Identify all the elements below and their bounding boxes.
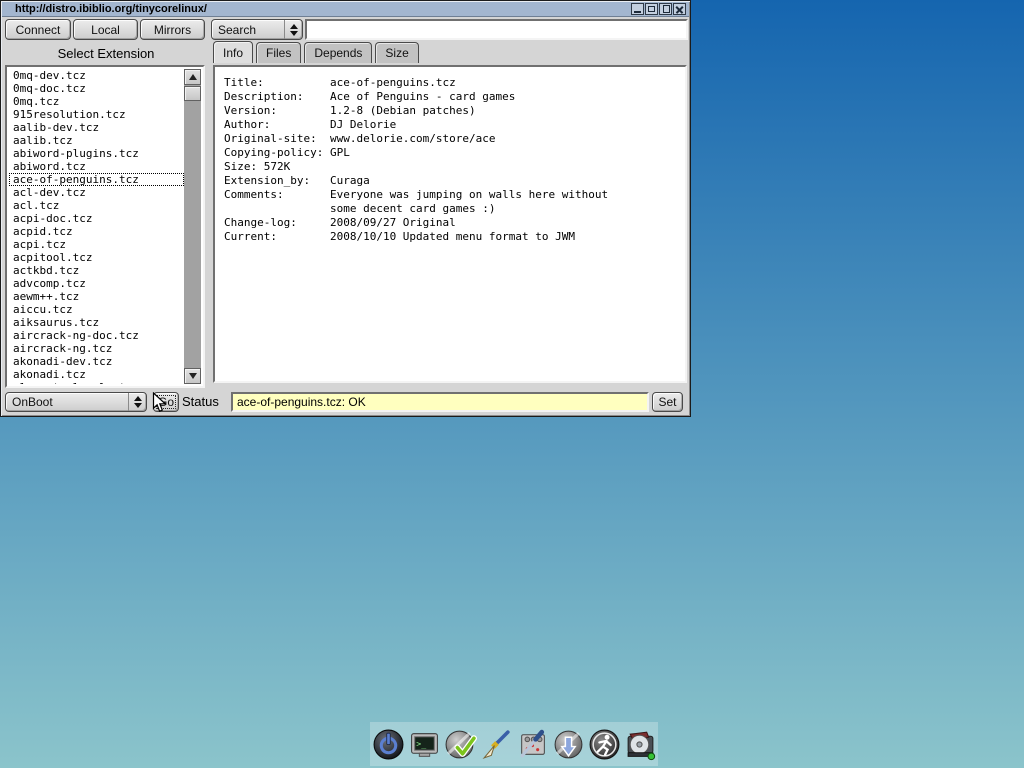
package-item[interactable]: aalib-dev.tcz (9, 121, 184, 134)
package-item[interactable]: aalib.tcz (9, 134, 184, 147)
apps-install-icon[interactable] (551, 725, 586, 763)
mirrors-button[interactable]: Mirrors (140, 19, 205, 40)
window-title: http://distro.ibiblio.org/tinycorelinux/ (15, 2, 207, 17)
minimize-icon[interactable] (631, 3, 644, 15)
terminal-icon[interactable]: >_ (407, 725, 442, 763)
list-scrollbar[interactable] (184, 69, 201, 384)
package-item[interactable]: aiccu.tcz (9, 303, 184, 316)
package-item[interactable]: acpi.tcz (9, 238, 184, 251)
install-mode-dropdown[interactable]: OnBoot (5, 392, 147, 412)
tab-bar: InfoFilesDependsSize (213, 41, 419, 63)
package-item[interactable]: abiword-plugins.tcz (9, 147, 184, 160)
restore-icon[interactable] (659, 3, 672, 15)
package-info-text: Title: ace-of-penguins.tcz Description: … (215, 67, 685, 244)
search-dropdown-label: Search (212, 23, 284, 37)
paint-icon[interactable] (479, 725, 514, 763)
power-icon[interactable] (371, 725, 406, 763)
package-item[interactable]: acpitool.tcz (9, 251, 184, 264)
status-field[interactable]: ace-of-penguins.tcz: OK (231, 392, 649, 412)
package-item[interactable]: actkbd.tcz (9, 264, 184, 277)
mount-tool-icon[interactable] (623, 725, 658, 763)
package-item[interactable]: acl.tcz (9, 199, 184, 212)
go-button[interactable]: Go (153, 392, 179, 412)
package-item[interactable]: aircrack-ng-doc.tcz (9, 329, 184, 342)
local-button[interactable]: Local (73, 19, 138, 40)
info-panel: Title: ace-of-penguins.tcz Description: … (213, 65, 687, 383)
set-button[interactable]: Set (652, 392, 683, 412)
desktop: http://distro.ibiblio.org/tinycorelinux/… (0, 0, 1024, 768)
chevron-updown-icon (128, 393, 146, 411)
package-item[interactable]: acl-dev.tcz (9, 186, 184, 199)
package-item[interactable]: abiword.tcz (9, 160, 184, 173)
window-titlebar[interactable]: http://distro.ibiblio.org/tinycorelinux/ (2, 2, 689, 17)
connect-button[interactable]: Connect (5, 19, 71, 40)
package-item[interactable]: 915resolution.tcz (9, 108, 184, 121)
status-label: Status (182, 394, 219, 409)
package-item[interactable]: advcomp.tcz (9, 277, 184, 290)
package-item[interactable]: aewm++.tcz (9, 290, 184, 303)
install-mode-value: OnBoot (6, 395, 128, 409)
apps-check-icon[interactable] (443, 725, 478, 763)
package-item[interactable]: 0mq.tcz (9, 95, 184, 108)
scroll-up-icon[interactable] (184, 69, 201, 85)
package-list: 0mq-dev.tcz0mq-doc.tcz0mq.tcz915resoluti… (9, 69, 184, 384)
tab-files[interactable]: Files (256, 42, 301, 63)
package-item[interactable]: aircrack-ng.tcz (9, 342, 184, 355)
tab-info[interactable]: Info (213, 41, 253, 63)
scrollbar-thumb[interactable] (184, 86, 201, 101)
control-panel-icon[interactable] (515, 725, 550, 763)
maximize-icon[interactable] (645, 3, 658, 15)
search-input[interactable] (305, 19, 688, 40)
search-dropdown[interactable]: Search (211, 19, 303, 40)
close-icon[interactable] (673, 3, 686, 15)
appbrowser-window: http://distro.ibiblio.org/tinycorelinux/… (0, 0, 691, 417)
tab-size[interactable]: Size (375, 42, 418, 63)
package-item[interactable]: akonadi-dev.tcz (9, 355, 184, 368)
package-item[interactable]: akonadi.tcz (9, 368, 184, 381)
package-item[interactable]: acpid.tcz (9, 225, 184, 238)
package-item[interactable]: alacarte-locale.tcz (9, 381, 184, 384)
package-item[interactable]: acpi-doc.tcz (9, 212, 184, 225)
chevron-updown-icon (284, 20, 302, 39)
scroll-down-icon[interactable] (184, 368, 201, 384)
wbar-dock: >_ (370, 722, 658, 766)
window-controls (631, 3, 686, 15)
select-extension-label: Select Extension (1, 46, 211, 61)
package-item[interactable]: aiksaurus.tcz (9, 316, 184, 329)
tab-depends[interactable]: Depends (304, 42, 372, 63)
package-item[interactable]: 0mq-dev.tcz (9, 69, 184, 82)
package-item[interactable]: 0mq-doc.tcz (9, 82, 184, 95)
package-listbox: 0mq-dev.tcz0mq-doc.tcz0mq.tcz915resoluti… (5, 65, 205, 388)
run-icon[interactable] (587, 725, 622, 763)
package-item[interactable]: ace-of-penguins.tcz (9, 173, 184, 186)
svg-text:>_: >_ (416, 738, 426, 748)
